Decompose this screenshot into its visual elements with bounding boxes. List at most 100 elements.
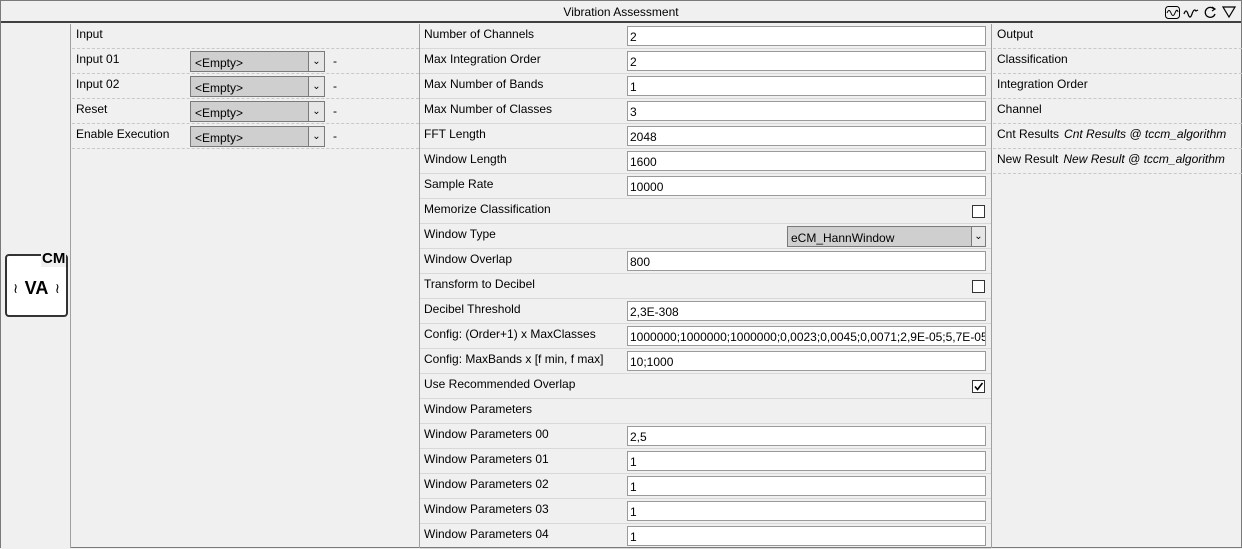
right-wave-icon: ≀ bbox=[54, 280, 60, 296]
refresh-icon[interactable] bbox=[1202, 4, 1218, 20]
param-label: Transform to Decibel bbox=[424, 277, 535, 291]
checkmark-icon bbox=[974, 382, 984, 391]
param-row: Window Parameters 02 1 bbox=[420, 474, 991, 499]
output-row: Classification bbox=[993, 49, 1242, 74]
enable-execution-select[interactable]: <Empty> ⌄ bbox=[190, 126, 325, 147]
input-row: Reset <Empty> ⌄ - bbox=[72, 99, 419, 124]
input-02-select[interactable]: <Empty> ⌄ bbox=[190, 76, 325, 97]
select-value: <Empty> bbox=[195, 106, 244, 120]
window-title: Vibration Assessment bbox=[563, 5, 679, 19]
param-row: Window Parameters 00 2,5 bbox=[420, 424, 991, 449]
param-label: FFT Length bbox=[424, 127, 486, 141]
window-parameters-00-field[interactable]: 2,5 bbox=[627, 426, 986, 446]
select-value: <Empty> bbox=[195, 56, 244, 70]
output-name: Integration Order bbox=[997, 77, 1088, 91]
transform-to-decibel-checkbox[interactable] bbox=[972, 280, 985, 293]
output-label: Channel bbox=[997, 102, 1042, 116]
input-row: Enable Execution <Empty> ⌄ - bbox=[72, 124, 419, 149]
cm-badge: CM bbox=[41, 250, 67, 267]
param-row: Window Type eCM_HannWindow ⌄ bbox=[420, 224, 991, 249]
param-row: Window Overlap 800 bbox=[420, 249, 991, 274]
use-recommended-overlap-checkbox[interactable] bbox=[972, 380, 985, 393]
max-integration-order-field[interactable]: 2 bbox=[627, 51, 986, 71]
param-row: Window Parameters 01 1 bbox=[420, 449, 991, 474]
param-label: Memorize Classification bbox=[424, 202, 551, 216]
param-label: Max Number of Classes bbox=[424, 102, 553, 116]
param-row: Max Number of Bands 1 bbox=[420, 74, 991, 99]
signal-icon[interactable] bbox=[1164, 4, 1180, 20]
window-length-field[interactable]: 1600 bbox=[627, 151, 986, 171]
output-connection: Cnt Results @ tccm_algorithm bbox=[1064, 127, 1227, 141]
param-label: Window Parameters 01 bbox=[424, 452, 549, 466]
chevron-down-icon[interactable]: ⌄ bbox=[308, 52, 324, 71]
decibel-threshold-field[interactable]: 2,3E-308 bbox=[627, 301, 986, 321]
chevron-down-icon[interactable]: ⌄ bbox=[308, 127, 324, 146]
fft-length-field[interactable]: 2048 bbox=[627, 126, 986, 146]
select-value: eCM_HannWindow bbox=[791, 231, 895, 245]
title-bar: Vibration Assessment bbox=[1, 1, 1241, 23]
window-parameters-04-field[interactable]: 1 bbox=[627, 526, 986, 546]
param-row: FFT Length 2048 bbox=[420, 124, 991, 149]
param-label: Window Overlap bbox=[424, 252, 513, 266]
param-label: Max Number of Bands bbox=[424, 77, 544, 91]
param-label: Window Parameters 03 bbox=[424, 502, 549, 516]
num-channels-field[interactable]: 2 bbox=[627, 26, 986, 46]
param-row: Max Number of Classes 3 bbox=[420, 99, 991, 124]
max-bands-field[interactable]: 1 bbox=[627, 76, 986, 96]
output-name: New Result bbox=[997, 152, 1059, 166]
input-suffix: - bbox=[333, 104, 337, 118]
window-parameters-03-field[interactable]: 1 bbox=[627, 501, 986, 521]
chevron-down-icon[interactable]: ⌄ bbox=[308, 77, 324, 96]
output-row: Integration Order bbox=[993, 74, 1242, 99]
output-label: Integration Order bbox=[997, 77, 1088, 91]
config-classes-field[interactable]: 1000000;1000000;1000000;0,0023;0,0045;0,… bbox=[627, 326, 986, 346]
wave-icon[interactable] bbox=[1183, 4, 1199, 20]
window-parameters-01-field[interactable]: 1 bbox=[627, 451, 986, 471]
reset-select[interactable]: <Empty> ⌄ bbox=[190, 101, 325, 122]
param-row: Window Length 1600 bbox=[420, 149, 991, 174]
chevron-down-icon[interactable]: ⌄ bbox=[971, 227, 985, 246]
param-label: Window Parameters 00 bbox=[424, 427, 549, 441]
input-label: Enable Execution bbox=[76, 127, 170, 141]
window-type-select[interactable]: eCM_HannWindow ⌄ bbox=[787, 226, 986, 247]
param-label: Window Type bbox=[424, 227, 496, 241]
memorize-classification-checkbox[interactable] bbox=[972, 205, 985, 218]
config-bands-field[interactable]: 10;1000 bbox=[627, 351, 986, 371]
param-row: Window Parameters 04 1 bbox=[420, 524, 991, 549]
param-row: Max Integration Order 2 bbox=[420, 49, 991, 74]
input-panel: Input Input 01 <Empty> ⌄ - Input 02 <Empt… bbox=[72, 24, 420, 548]
output-label: Classification bbox=[997, 52, 1068, 66]
input-suffix: - bbox=[333, 129, 337, 143]
chevron-down-icon[interactable]: ⌄ bbox=[308, 102, 324, 121]
output-row: Channel bbox=[993, 99, 1242, 124]
input-header: Input bbox=[76, 27, 103, 41]
window-overlap-field[interactable]: 800 bbox=[627, 251, 986, 271]
param-label: Number of Channels bbox=[424, 27, 535, 41]
param-label: Config: MaxBands x [f min, f max] bbox=[424, 352, 604, 366]
param-row: Memorize Classification bbox=[420, 199, 991, 224]
parameters-panel: Number of Channels 2 Max Integration Ord… bbox=[420, 24, 992, 549]
output-label: New Result New Result @ tccm_algorithm bbox=[997, 152, 1225, 166]
output-connection: New Result @ tccm_algorithm bbox=[1063, 152, 1225, 166]
input-01-select[interactable]: <Empty> ⌄ bbox=[190, 51, 325, 72]
param-label: Decibel Threshold bbox=[424, 302, 521, 316]
collapse-triangle-icon[interactable] bbox=[1221, 4, 1237, 20]
param-row: Window Parameters bbox=[420, 399, 991, 424]
input-row: Input 01 <Empty> ⌄ - bbox=[72, 49, 419, 74]
param-row: Sample Rate 10000 bbox=[420, 174, 991, 199]
output-header-row: Output bbox=[993, 24, 1242, 49]
output-name: Cnt Results bbox=[997, 127, 1060, 141]
output-panel: Output Classification Integration Order … bbox=[993, 24, 1242, 548]
sample-rate-field[interactable]: 10000 bbox=[627, 176, 986, 196]
output-row: New Result New Result @ tccm_algorithm bbox=[993, 149, 1242, 174]
window-parameters-02-field[interactable]: 1 bbox=[627, 476, 986, 496]
param-label: Config: (Order+1) x MaxClasses bbox=[424, 327, 596, 341]
output-header: Output bbox=[997, 27, 1034, 41]
param-label: Window Parameters 04 bbox=[424, 527, 549, 541]
input-label: Input 02 bbox=[76, 77, 120, 91]
max-classes-field[interactable]: 3 bbox=[627, 101, 986, 121]
param-label: Sample Rate bbox=[424, 177, 494, 191]
param-row: Use Recommended Overlap bbox=[420, 374, 991, 399]
window-parameters-header: Window Parameters bbox=[424, 402, 533, 416]
param-label: Max Integration Order bbox=[424, 52, 541, 66]
